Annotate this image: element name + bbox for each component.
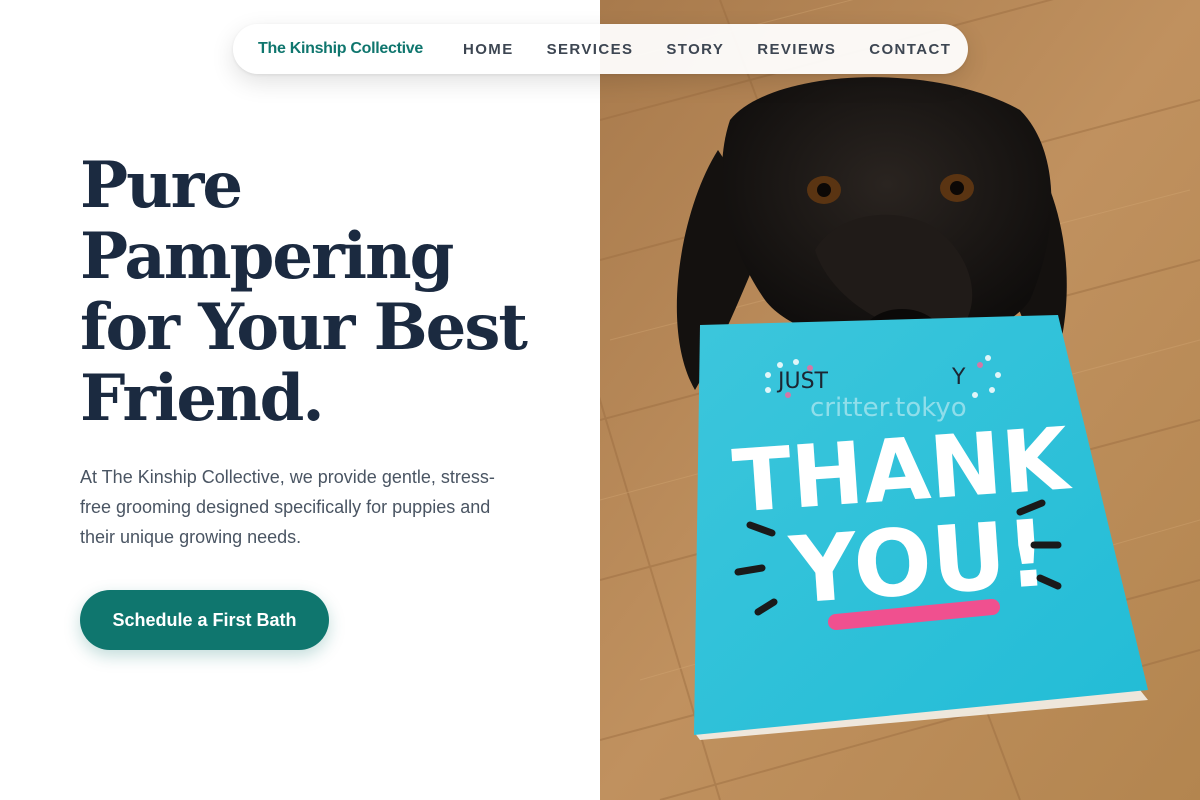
hero-image: JUST Y critter.tokyo THANK YOU! bbox=[600, 0, 1200, 800]
dog-with-thank-you-card-image: JUST Y critter.tokyo THANK YOU! bbox=[600, 0, 1200, 800]
hero-title: Pure Pampering for Your Best Friend. bbox=[80, 150, 560, 434]
nav-links: HOME SERVICES STORY REVIEWS CONTACT bbox=[463, 41, 984, 58]
nav-link-services[interactable]: SERVICES bbox=[547, 41, 634, 58]
hero-title-line: Friend. bbox=[80, 361, 325, 436]
brand-name[interactable]: The Kinship Collective bbox=[258, 40, 423, 58]
hero-left-panel: Pure Pampering for Your Best Friend. At … bbox=[0, 0, 600, 800]
schedule-first-bath-button[interactable]: Schedule a First Bath bbox=[80, 590, 329, 650]
hero-title-line: Pure bbox=[80, 148, 243, 223]
top-nav: The Kinship Collective HOME SERVICES STO… bbox=[233, 24, 968, 74]
svg-text:Y: Y bbox=[951, 365, 966, 390]
nav-link-contact[interactable]: CONTACT bbox=[869, 41, 951, 58]
hero-description: At The Kinship Collective, we provide ge… bbox=[80, 467, 495, 547]
card-you-text: YOU! bbox=[786, 500, 1052, 625]
nav-link-home[interactable]: HOME bbox=[463, 41, 514, 58]
hero-title-line: for Your Best bbox=[80, 290, 528, 365]
nav-link-story[interactable]: STORY bbox=[666, 41, 724, 58]
hero-title-line: Pampering bbox=[80, 219, 454, 294]
nav-link-reviews[interactable]: REVIEWS bbox=[757, 41, 836, 58]
card-top-text: JUST bbox=[776, 369, 829, 394]
